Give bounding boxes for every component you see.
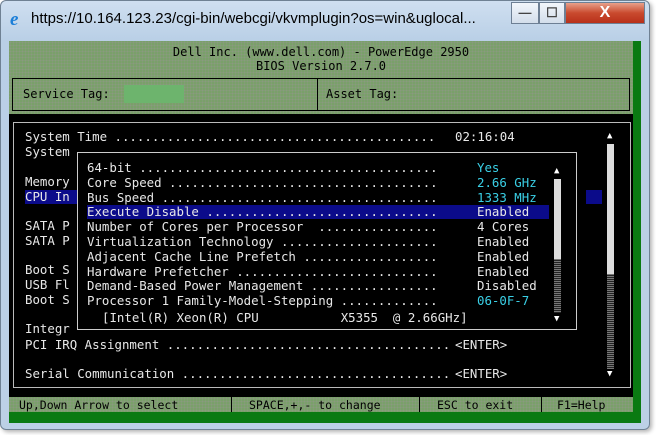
popup-row-value: 4 Cores [477,219,530,235]
menu-item-boot-1[interactable]: Boot S [25,263,70,277]
main-scrollbar[interactable] [607,144,614,369]
popup-row-value: Yes [477,160,500,175]
footer-hint-help: F1=Help [557,398,606,412]
popup-row-label[interactable]: Processor 1 Family-Model-Stepping ......… [87,294,477,308]
popup-scroll-up-icon[interactable]: ▲ [554,167,559,176]
popup-row-value: Enabled [477,234,530,249]
window-title: https://10.164.123.23/cgi-bin/webcgi/vkv… [31,10,476,27]
scroll-down-icon[interactable]: ▼ [607,370,612,379]
bios-console[interactable]: Dell Inc. (www.dell.com) - PowerEdge 295… [9,41,641,423]
menu-item-usb[interactable]: USB Fl [25,278,70,292]
system-time-label[interactable]: System Time ............................… [25,130,435,144]
main-scroll-thumb[interactable] [607,144,614,274]
menu-item-sata-2[interactable]: SATA P [25,234,70,248]
menu-item-sata-1[interactable]: SATA P [25,219,70,233]
footer-hint-change: SPACE,+,- to change [249,398,381,412]
serial-comm-label[interactable]: Serial Communication ...................… [25,367,450,381]
popup-row-label[interactable]: Hardware Prefetcher ....................… [87,265,477,279]
header-line2: BIOS Version 2.7.0 [255,59,387,73]
system-time-value[interactable]: 02:16:04 [455,130,515,144]
browser-window: e https://10.164.123.23/cgi-bin/webcgi/v… [0,0,650,430]
popup-scroll-down-icon[interactable]: ▼ [554,315,559,324]
popup-row-label[interactable]: Virtualization Technology ..............… [87,235,477,249]
header-line1: Dell Inc. (www.dell.com) - PowerEdge 295… [172,45,470,59]
close-button[interactable]: X [565,2,645,24]
popup-scrollbar[interactable] [554,179,561,313]
bios-header: Dell Inc. (www.dell.com) - PowerEdge 295… [9,41,633,114]
cpu-info-popup: 64-bit .................................… [77,152,577,330]
popup-scroll-thumb[interactable] [554,179,561,259]
menu-item-integrated[interactable]: Integr [25,322,70,336]
minimize-button[interactable]: — [511,2,539,24]
popup-row-label[interactable]: Execute Disable ........................… [87,205,477,219]
menu-item-system[interactable]: System [25,145,70,159]
popup-row-value: 1333 MHz [477,189,537,205]
popup-row-label[interactable]: Number of Cores per Processor ..........… [87,220,477,234]
popup-row-label[interactable]: Adjacent Cache Line Prefetch ...........… [87,250,477,264]
cpu-name: [Intel(R) Xeon(R) CPU X5355 @ 2.66GHz] [102,310,468,325]
footer-hint-exit: ESC to exit [437,398,514,412]
pci-irq-value[interactable]: <ENTER> [455,338,507,352]
asset-tag-label: Asset Tag: [326,87,399,101]
menu-item-boot-2[interactable]: Boot S [25,293,70,307]
popup-row-value: Enabled [477,204,530,220]
menu-item-memory[interactable]: Memory [25,175,70,189]
popup-row-value: Disabled [477,278,537,294]
selection-bar-tail [586,190,602,204]
serial-comm-value[interactable]: <ENTER> [455,367,507,381]
popup-row-label[interactable]: Core Speed .............................… [87,176,477,190]
service-tag-redacted [124,85,184,103]
pci-irq-label[interactable]: PCI IRQ Assignment .....................… [25,338,450,352]
popup-row-value: 2.66 GHz [477,174,537,190]
footer-hint-navigate: Up,Down Arrow to select [19,398,179,412]
tag-box: Service Tag: Asset Tag: [12,78,630,111]
popup-row-value: Enabled [477,263,530,279]
ie-logo-icon: e [10,9,19,30]
scroll-up-icon[interactable]: ▲ [607,132,612,141]
maximize-button[interactable]: ☐ [539,2,565,24]
popup-row-value: Enabled [477,248,530,264]
bios-main-area: System Time ............................… [9,114,633,397]
popup-row-value: 06-0F-7 [477,293,530,309]
menu-item-cpu[interactable]: CPU In [25,190,77,204]
bios-footer: Up,Down Arrow to select SPACE,+,- to cha… [9,397,633,412]
popup-row-label[interactable]: Bus Speed ..............................… [87,191,477,205]
popup-row-label[interactable]: Demand-Based Power Management ..........… [87,279,477,293]
service-tag-label: Service Tag: [23,87,110,101]
popup-row-label[interactable]: 64-bit .................................… [87,161,477,175]
